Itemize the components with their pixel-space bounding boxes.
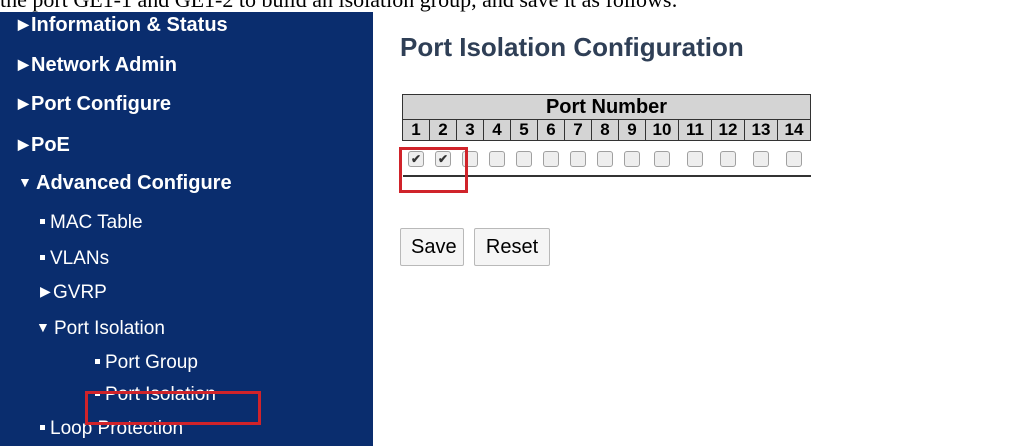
sidebar-item-label: Port Group [105,352,198,373]
bullet-icon [40,425,45,430]
port-cell [537,140,565,177]
sidebar-item-mac-table[interactable]: MAC Table [40,212,143,234]
caret-right-icon: ▶ [18,16,29,32]
sidebar-item-vlans[interactable]: VLANs [40,248,109,270]
bullet-icon [40,255,45,260]
sidebar-item-label: VLANs [50,248,110,269]
sidebar-item-advanced-configure[interactable]: ▼ Advanced Configure [18,172,232,195]
port-number-row: 1 2 3 4 5 6 7 8 9 10 11 12 13 14 [402,119,811,141]
port-cell [510,140,538,177]
port-cell [777,140,811,177]
sidebar-item-label: Network Admin [31,54,177,76]
sidebar-item-label: Port Configure [31,93,171,115]
port-5-checkbox[interactable] [516,150,532,167]
port-cell [618,140,646,177]
bullet-icon [95,359,100,364]
sidebar-item-label: Advanced Configure [36,172,232,194]
port-number-header: 10 [645,119,679,141]
port-number-header: 8 [591,119,619,141]
selected-ports-highlight [399,147,468,193]
sidebar-item-label: Information & Status [31,14,228,36]
sidebar-item-port-configure[interactable]: ▶ Port Configure [18,93,171,116]
port-number-header: 13 [744,119,778,141]
sidebar-item-label: Port Isolation [54,318,165,339]
port-6-checkbox[interactable] [543,150,559,167]
port-number-header: 4 [483,119,511,141]
port-12-checkbox[interactable] [720,150,736,167]
port-10-checkbox[interactable] [654,150,670,167]
port-number-header: 1 [402,119,430,141]
sidebar-item-gvrp[interactable]: ▶ GVRP [40,282,107,304]
port-number-header: 3 [456,119,484,141]
port-cell [483,140,511,177]
port-14-checkbox[interactable] [786,150,802,167]
sidebar-item-network-admin[interactable]: ▶ Network Admin [18,54,177,77]
sidebar-item-label: PoE [31,134,70,156]
port-number-header: 2 [429,119,457,141]
port-8-checkbox[interactable] [597,150,613,167]
port-13-checkbox[interactable] [753,150,769,167]
caret-right-icon: ▶ [18,56,29,72]
port-number-header: 11 [678,119,712,141]
bullet-icon [40,219,45,224]
port-number-header: 9 [618,119,646,141]
sidebar-item-label: MAC Table [50,212,143,233]
page-title: Port Isolation Configuration [400,32,744,62]
port-number-header: 12 [711,119,745,141]
table-header-port-number: Port Number [402,94,811,120]
caret-down-icon: ▼ [36,319,50,335]
caret-down-icon: ▼ [18,174,32,190]
sidebar-item-information-status[interactable]: ▶ Information & Status [18,14,228,37]
caret-right-icon: ▶ [18,136,29,152]
port-11-checkbox[interactable] [687,150,703,167]
port-cell [744,140,778,177]
port-cell [678,140,712,177]
port-number-header: 6 [537,119,565,141]
reset-button[interactable]: Reset [474,228,550,266]
sidebar-item-port-group[interactable]: Port Group [95,352,198,374]
save-button[interactable]: Save [400,228,464,266]
sidebar-item-poe[interactable]: ▶ PoE [18,134,70,157]
document-text-line: the port GE1-1 and GE1-2 to build an iso… [0,0,1011,12]
sidebar-item-port-isolation-group[interactable]: ▼ Port Isolation [36,318,165,340]
port-9-checkbox[interactable] [624,150,640,167]
port-number-header: 14 [777,119,811,141]
caret-right-icon: ▶ [18,95,29,111]
sidebar-item-label: GVRP [53,282,107,303]
port-number-header: 7 [564,119,592,141]
port-cell [564,140,592,177]
port-7-checkbox[interactable] [570,150,586,167]
port-cell [711,140,745,177]
caret-right-icon: ▶ [40,283,51,299]
port-4-checkbox[interactable] [489,150,505,167]
selected-item-highlight [85,391,261,425]
port-number-header: 5 [510,119,538,141]
sidebar-nav: ▶ Information & Status ▶ Network Admin ▶ Po… [0,12,373,446]
port-cell [645,140,679,177]
port-cell [591,140,619,177]
